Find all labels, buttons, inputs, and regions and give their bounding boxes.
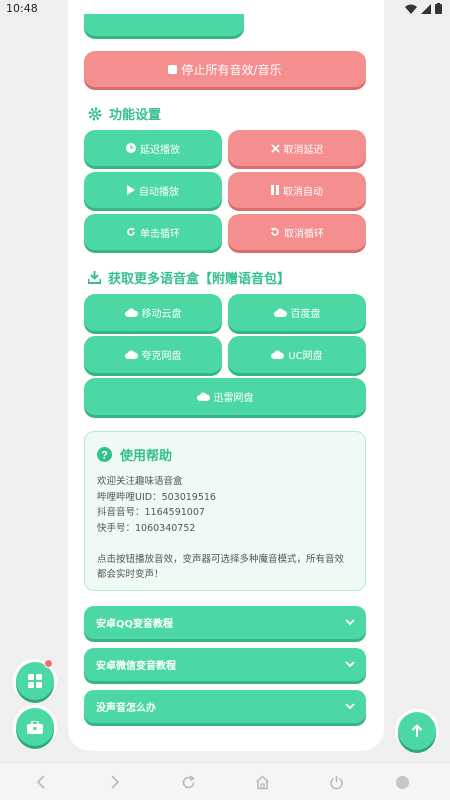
xunlei-pan-button[interactable]: 迅雷网盘 xyxy=(84,378,366,415)
accordion-label: 没声音怎么办 xyxy=(96,703,156,714)
baidu-pan-button[interactable]: 百度盘 xyxy=(228,294,366,331)
accordion-wechat-tutorial[interactable]: 安卓微信变音教程 xyxy=(84,648,366,681)
cloud-icon xyxy=(124,308,138,317)
pause-icon xyxy=(271,185,279,195)
status-time: 10:48 xyxy=(6,2,38,15)
accordion-qq-tutorial[interactable]: 安卓QQ变音教程 xyxy=(84,606,366,639)
refresh-button[interactable] xyxy=(178,772,198,792)
cancel-auto-label: 取消自动 xyxy=(283,186,323,198)
system-nav-bar xyxy=(0,762,450,800)
scroll-top-fab[interactable] xyxy=(398,712,436,750)
cancel-loop-button[interactable]: 取消循环 xyxy=(228,214,366,250)
back-button[interactable] xyxy=(31,772,51,792)
play-icon xyxy=(127,185,135,195)
wifi-icon xyxy=(405,4,417,14)
home-button[interactable] xyxy=(252,772,272,792)
battery-icon xyxy=(435,3,442,14)
toolbox-fab[interactable] xyxy=(16,708,54,746)
x-icon xyxy=(270,143,280,153)
cancel-delay-button[interactable]: 取消延迟 xyxy=(228,130,366,166)
help-line: 都会实时变声！ xyxy=(97,569,164,580)
accordion-label: 安卓微信变音教程 xyxy=(96,661,176,672)
chevron-down-icon xyxy=(345,619,355,626)
function-settings-title: 功能设置 xyxy=(88,104,161,123)
downloads-label: 获取更多语音盒【附赠语音包】 xyxy=(108,272,291,287)
accordion-no-sound[interactable]: 没声音怎么办 xyxy=(84,690,366,723)
chevron-left-icon xyxy=(36,775,45,789)
forward-button[interactable] xyxy=(105,772,125,792)
stop-icon xyxy=(168,64,178,74)
status-icons xyxy=(405,3,442,14)
downloads-title: 获取更多语音盒【附赠语音包】 xyxy=(88,268,290,287)
stop-all-button[interactable]: 停止所有音效/音乐 xyxy=(84,51,366,87)
cloud-icon xyxy=(124,350,138,359)
xunlei-pan-label: 迅雷网盘 xyxy=(213,393,254,404)
help-box: ? 使用帮助 欢迎关注趣味语音盒 哔哩哔哩UID：503019516 抖音音号：… xyxy=(84,431,366,591)
help-header: ? 使用帮助 xyxy=(97,445,172,464)
delay-play-button[interactable]: 延迟播放 xyxy=(84,130,222,166)
click-loop-button[interactable]: 单击循环 xyxy=(84,214,222,250)
toolbox-icon xyxy=(27,720,43,734)
notification-badge xyxy=(44,659,53,668)
home-icon xyxy=(255,774,269,789)
cancel-auto-button[interactable]: 取消自动 xyxy=(228,172,366,208)
auto-play-label: 自动播放 xyxy=(139,186,179,198)
top-partial-button[interactable] xyxy=(84,14,244,36)
circle-icon xyxy=(395,775,409,789)
cloud-icon xyxy=(273,308,287,317)
chevron-down-icon xyxy=(345,703,355,710)
uc-pan-label: UC网盘 xyxy=(288,351,323,362)
cloud-icon xyxy=(271,350,285,359)
help-title: 使用帮助 xyxy=(120,449,173,464)
undo-icon xyxy=(271,227,279,236)
help-line: 点击按钮播放音效，变声器可选择多种魔音模式，所有音效 xyxy=(97,553,345,565)
grid-icon xyxy=(28,674,42,688)
power-button[interactable] xyxy=(326,772,346,792)
record-button[interactable] xyxy=(392,772,412,792)
help-text: 欢迎关注趣味语音盒 哔哩哔哩UID：503019516 抖音音号：1164591… xyxy=(97,474,359,583)
refresh-icon xyxy=(182,774,195,788)
clock-icon xyxy=(126,143,136,153)
signal-icon xyxy=(421,3,431,14)
function-settings-label: 功能设置 xyxy=(109,108,162,123)
help-line: 哔哩哔哩UID：503019516 xyxy=(97,491,216,503)
help-line xyxy=(97,536,359,552)
gear-icon xyxy=(88,107,102,120)
question-icon: ? xyxy=(97,447,112,462)
chevron-down-icon xyxy=(345,661,355,668)
stop-all-label: 停止所有音效/音乐 xyxy=(181,62,282,77)
power-icon xyxy=(329,775,343,789)
svg-text:?: ? xyxy=(101,450,108,462)
chevron-right-icon xyxy=(111,775,120,789)
delay-play-label: 延迟播放 xyxy=(140,144,180,156)
mobile-cloud-label: 移动云盘 xyxy=(141,309,182,320)
arrow-up-icon xyxy=(411,724,423,737)
quark-pan-label: 夸克网盘 xyxy=(141,351,182,362)
redo-icon xyxy=(127,227,135,236)
cloud-icon xyxy=(196,392,210,401)
help-line: 欢迎关注趣味语音盒 xyxy=(97,476,183,487)
accordion-label: 安卓QQ变音教程 xyxy=(96,619,174,630)
auto-play-button[interactable]: 自动播放 xyxy=(84,172,222,208)
click-loop-label: 单击循环 xyxy=(140,228,180,240)
download-icon xyxy=(88,271,101,284)
cancel-delay-label: 取消延迟 xyxy=(283,144,324,156)
quark-pan-button[interactable]: 夸克网盘 xyxy=(84,336,222,373)
help-line: 抖音音号：1164591007 xyxy=(97,507,205,518)
cancel-loop-label: 取消循环 xyxy=(284,228,324,240)
uc-pan-button[interactable]: UC网盘 xyxy=(228,336,366,373)
help-line: 快手号：1060340752 xyxy=(97,522,196,534)
mobile-cloud-button[interactable]: 移动云盘 xyxy=(84,294,222,331)
baidu-pan-label: 百度盘 xyxy=(290,309,321,320)
